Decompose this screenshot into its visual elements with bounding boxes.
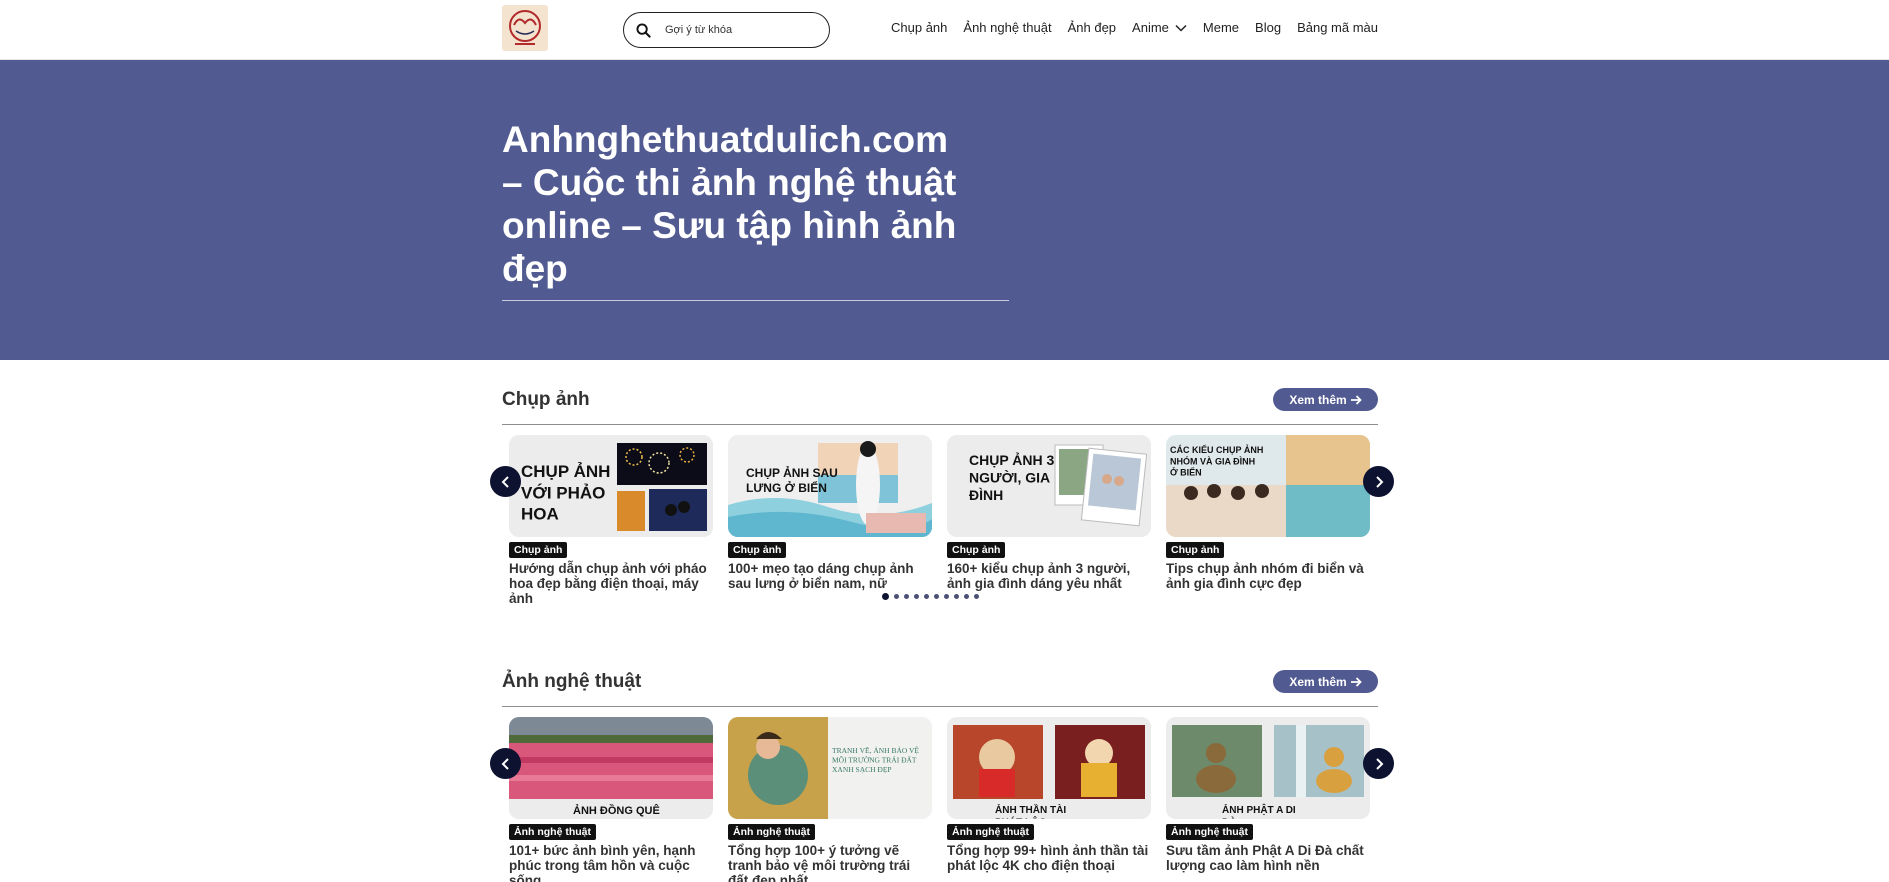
arrow-right-icon (1350, 676, 1362, 687)
nav-item-anh-dep[interactable]: Ảnh đẹp (1068, 20, 1116, 35)
section-title: Ảnh nghệ thuật (502, 671, 642, 692)
post-thumbnail[interactable]: ẢNH PHẬT A DIĐÀ (1166, 717, 1370, 819)
post-thumbnail[interactable]: ẢNH ĐỒNG QUÊ (509, 717, 713, 819)
post-title[interactable]: Hướng dẫn chụp ảnh với pháo hoa đẹp bằng… (509, 561, 713, 606)
category-tag[interactable]: Chụp ảnh (947, 542, 1006, 558)
carousel-dot[interactable] (934, 594, 939, 599)
hero-banner: Anhnghethuatdulich.com – Cuộc thi ảnh ng… (0, 60, 1889, 360)
nav-label: Ảnh nghệ thuật (963, 20, 1052, 35)
category-tag[interactable]: Ảnh nghệ thuật (947, 824, 1034, 840)
thumb-caption: ẢNH ĐỒNG QUÊ (573, 804, 660, 817)
post-thumbnail[interactable]: CHỤP ẢNH SAU LƯNG Ở BIỂN (728, 435, 932, 537)
fireworks-photo-image: CHỤP ẢNH VỚI PHẢO HOA (509, 435, 713, 537)
logo-emblem-icon (502, 5, 548, 51)
nav-item-anime[interactable]: Anime (1132, 20, 1187, 35)
buddha-image: ẢNH PHẬT A DIĐÀ (1166, 717, 1370, 819)
post-card[interactable]: ẢNH ĐỒNG QUÊ Ảnh nghệ thuật 101+ bức ảnh… (509, 717, 713, 882)
post-thumbnail[interactable]: CÁC KIỂU CHỤP ẢNH NHÓM VÀ GIA ĐÌNH Ở BIỂN (1166, 435, 1370, 537)
carousel-track: ẢNH ĐỒNG QUÊ Ảnh nghệ thuật 101+ bức ảnh… (509, 717, 1371, 882)
post-card[interactable]: ẢNH PHẬT A DIĐÀ Ảnh nghệ thuật Sưu tầm ả… (1166, 717, 1370, 873)
carousel-dot[interactable] (964, 594, 969, 599)
category-tag[interactable]: Ảnh nghệ thuật (509, 824, 596, 840)
nav-item-chup-anh[interactable]: Chụp ảnh (891, 20, 947, 35)
view-more-label: Xem thêm (1289, 674, 1347, 689)
beach-photo-image: CHỤP ẢNH SAU LƯNG Ở BIỂN (728, 435, 932, 537)
chevron-right-icon (1375, 757, 1383, 770)
chevron-right-icon (1375, 475, 1383, 488)
nav-label: Anime (1132, 20, 1169, 35)
post-title[interactable]: Sưu tầm ảnh Phật A Di Đà chất lượng cao … (1166, 843, 1370, 873)
site-logo[interactable] (502, 5, 548, 51)
hero-divider (502, 300, 1009, 301)
carousel-dot[interactable] (974, 594, 979, 599)
family-photo-image: CHỤP ẢNH 3 NGƯỜI, GIA ĐÌNH (947, 435, 1151, 537)
chevron-left-icon (501, 757, 509, 770)
carousel-next-button[interactable] (1363, 466, 1394, 497)
carousel-dots (882, 593, 979, 600)
section-anh-nghe-thuat: Ảnh nghệ thuật Xem thêm ẢNH ĐỒNG QUÊ Ảnh (490, 670, 1394, 882)
hero-title: Anhnghethuatdulich.com – Cuộc thi ảnh ng… (502, 119, 957, 289)
search-icon[interactable] (636, 22, 651, 38)
nav-item-bang-ma-mau[interactable]: Bảng mã màu (1297, 20, 1378, 35)
section-chup-anh: Chụp ảnh Xem thêm CHỤP ẢNH VỚI PHẢO HOA … (490, 388, 1394, 639)
post-title[interactable]: 160+ kiểu chụp ảnh 3 người, ảnh gia đình… (947, 561, 1151, 591)
post-title[interactable]: 100+ mẹo tạo dáng chụp ảnh sau lưng ở bi… (728, 561, 932, 591)
environment-drawing-image: TRANH VẼ, ẢNH BẢO VỆ MÔI TRƯỜNG TRÁI ĐẤT X… (728, 717, 932, 819)
nav-label: Meme (1202, 20, 1240, 35)
nav-label: Blog (1255, 20, 1282, 35)
carousel-dot[interactable] (924, 594, 929, 599)
section-title: Chụp ảnh (502, 389, 590, 410)
carousel-prev-button[interactable] (490, 748, 521, 779)
arrow-right-icon (1350, 394, 1362, 405)
post-card[interactable]: TRANH VẼ, ẢNH BẢO VỆ MÔI TRƯỜNG TRÁI ĐẤT X… (728, 717, 932, 882)
group-beach-photo-image: CÁC KIỂU CHỤP ẢNH NHÓM VÀ GIA ĐÌNH Ở BIỂN (1166, 435, 1370, 537)
search-box[interactable] (623, 12, 830, 48)
carousel-prev-button[interactable] (490, 466, 521, 497)
nav-label: Chụp ảnh (891, 20, 948, 35)
post-title[interactable]: Tổng hợp 99+ hình ảnh thần tài phát lộc … (947, 843, 1151, 873)
nav-item-meme[interactable]: Meme (1203, 20, 1239, 35)
category-tag[interactable]: Ảnh nghệ thuật (1166, 824, 1253, 840)
search-input[interactable] (665, 24, 815, 36)
section-header: Ảnh nghệ thuật Xem thêm (502, 670, 1378, 707)
god-of-wealth-image: ẢNH THẦN TÀIPHÁT LỘC (947, 717, 1151, 819)
category-tag[interactable]: Chụp ảnh (1166, 542, 1225, 558)
post-title[interactable]: Tổng hợp 100+ ý tưởng vẽ tranh bảo vệ mô… (728, 843, 932, 882)
nav-label: Ảnh đẹp (1067, 20, 1117, 35)
nav-item-anh-nghe-thuat[interactable]: Ảnh nghệ thuật (963, 20, 1051, 35)
carousel-dot[interactable] (914, 594, 919, 599)
post-thumbnail[interactable]: TRANH VẼ, ẢNH BẢO VỆ MÔI TRƯỜNG TRÁI ĐẤT X… (728, 717, 932, 819)
post-card[interactable]: ẢNH THẦN TÀIPHÁT LỘC Ảnh nghệ thuật Tổng… (947, 717, 1151, 873)
view-more-button[interactable]: Xem thêm (1273, 670, 1378, 693)
category-tag[interactable]: Chụp ảnh (728, 542, 787, 558)
post-title[interactable]: 101+ bức ảnh bình yên, hạnh phúc trong t… (509, 843, 713, 882)
post-title[interactable]: Tips chụp ảnh nhóm đi biển và ảnh gia đì… (1166, 561, 1370, 591)
view-more-button[interactable]: Xem thêm (1273, 388, 1378, 411)
post-card[interactable]: CHỤP ẢNH VỚI PHẢO HOA Chụp ảnh Hướng dẫn c… (509, 435, 713, 606)
chevron-down-icon (1175, 24, 1187, 32)
post-card[interactable]: CHỤP ẢNH SAU LƯNG Ở BIỂN Chụp ảnh 100+ mẹ… (728, 435, 932, 591)
carousel-dot[interactable] (904, 594, 909, 599)
tulip-field-photo-image: ẢNH ĐỒNG QUÊ (509, 717, 713, 819)
site-header: Chụp ảnh Ảnh nghệ thuật Ảnh đẹp Anime Me… (0, 0, 1889, 60)
post-card[interactable]: CHỤP ẢNH 3 NGƯỜI, GIA ĐÌNH Chụp ảnh 160+ k… (947, 435, 1151, 591)
category-tag[interactable]: Ảnh nghệ thuật (728, 824, 815, 840)
main-nav: Chụp ảnh Ảnh nghệ thuật Ảnh đẹp Anime Me… (875, 20, 1378, 35)
carousel-next-button[interactable] (1363, 748, 1394, 779)
category-tag[interactable]: Chụp ảnh (509, 542, 568, 558)
section-header: Chụp ảnh Xem thêm (502, 388, 1378, 425)
carousel-dot[interactable] (882, 593, 889, 600)
nav-label: Bảng mã màu (1297, 20, 1378, 35)
carousel-dot[interactable] (894, 594, 899, 599)
post-card[interactable]: CÁC KIỂU CHỤP ẢNH NHÓM VÀ GIA ĐÌNH Ở BIỂN … (1166, 435, 1370, 591)
post-thumbnail[interactable]: ẢNH THẦN TÀIPHÁT LỘC (947, 717, 1151, 819)
chevron-left-icon (501, 475, 509, 488)
view-more-label: Xem thêm (1289, 392, 1347, 407)
nav-item-blog[interactable]: Blog (1255, 20, 1281, 35)
carousel-dot[interactable] (944, 594, 949, 599)
post-thumbnail[interactable]: CHỤP ẢNH 3 NGƯỜI, GIA ĐÌNH (947, 435, 1151, 537)
carousel-dot[interactable] (954, 594, 959, 599)
post-thumbnail[interactable]: CHỤP ẢNH VỚI PHẢO HOA (509, 435, 713, 537)
